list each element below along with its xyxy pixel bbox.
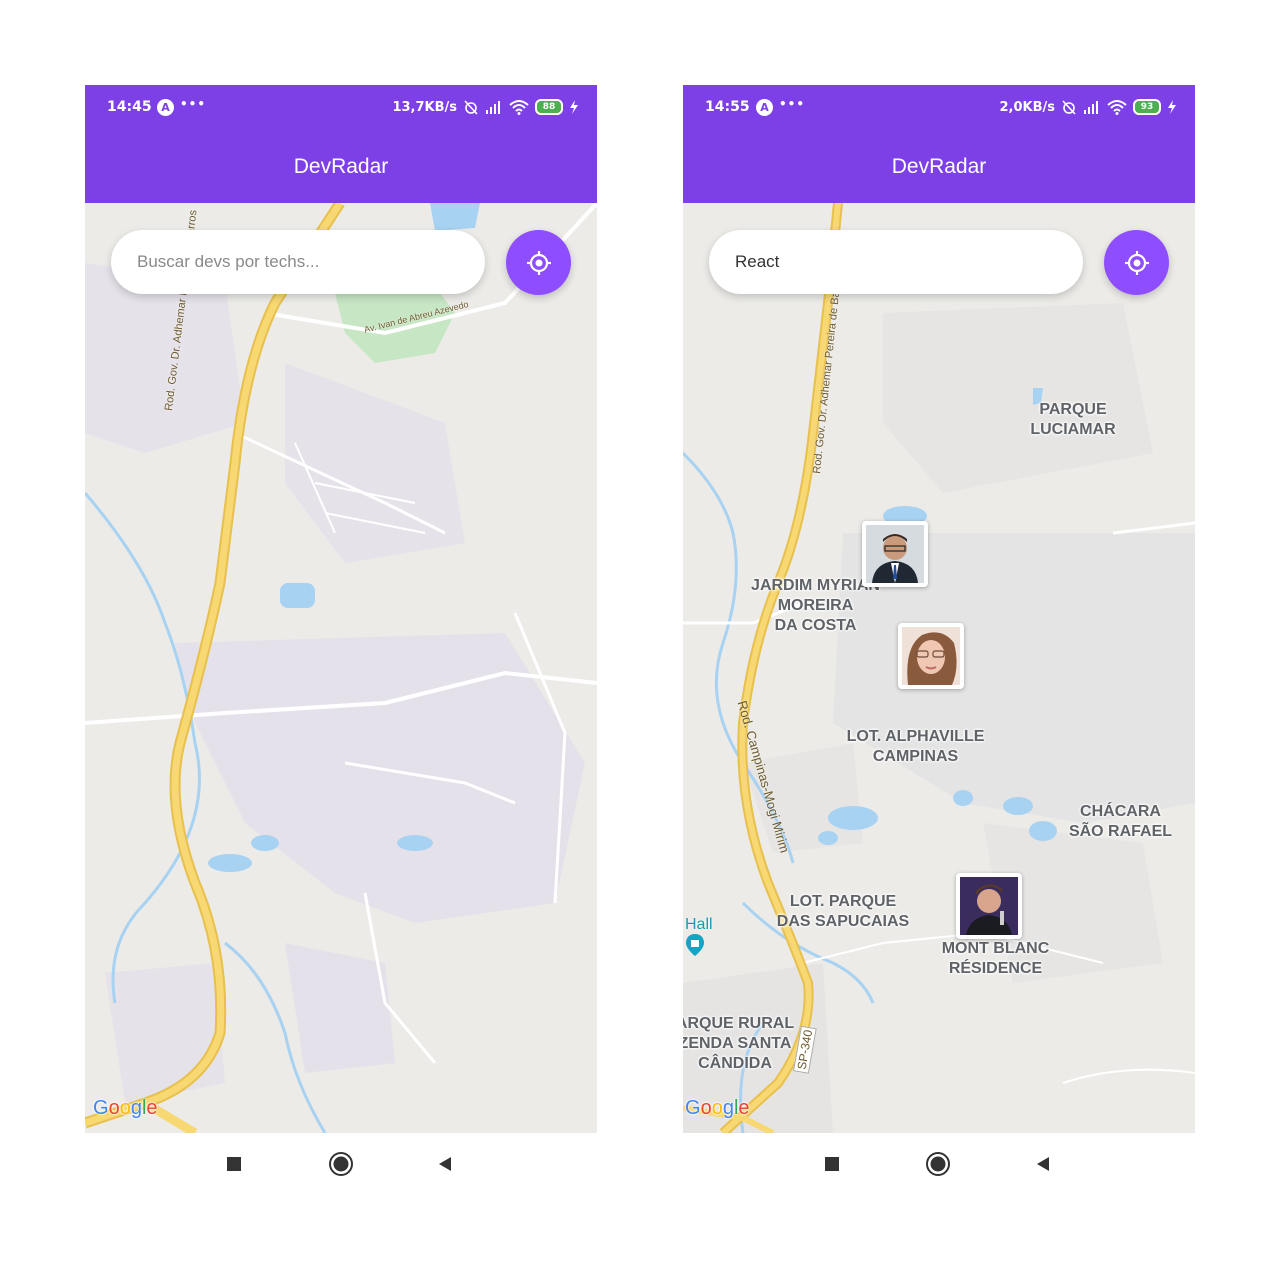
circle-icon: [926, 1152, 950, 1176]
home-button[interactable]: [321, 1133, 361, 1195]
phone-screen-search-empty: 14:45 A ••• 13,7KB/s 88 DevRadar Rod. Go…: [85, 85, 597, 1195]
map-view[interactable]: Rod. Gov. Dr. Adhemar Pereira de Barros …: [85, 203, 597, 1133]
more-notifications-icon: •••: [180, 97, 207, 111]
app-title: DevRadar: [85, 131, 597, 203]
place-label: ARQUE RURAL ZENDA SANTA CÂNDIDA: [683, 1015, 795, 1072]
recents-button[interactable]: [214, 1133, 254, 1195]
back-button[interactable]: [1023, 1133, 1063, 1195]
dev-avatar: [866, 525, 924, 583]
android-nav-bar: [683, 1133, 1195, 1195]
app-title: DevRadar: [683, 131, 1195, 203]
poi-label: Hall: [685, 916, 713, 933]
battery-icon: 88: [535, 99, 563, 115]
place-label: LOT. ALPHAVILLE CAMPINAS: [846, 728, 985, 765]
charging-icon: [570, 100, 578, 114]
place-label: CHÁCARA SÃO RAFAEL: [1068, 803, 1173, 840]
map-view[interactable]: Rod. Gov. Dr. Adhemar Pereira de Barros …: [683, 203, 1195, 1133]
android-nav-bar: [85, 1133, 597, 1195]
wifi-icon: [1107, 100, 1127, 115]
place-label: MONT BLANC RÉSIDENCE: [941, 940, 1050, 977]
network-speed: 2,0KB/s: [999, 99, 1056, 115]
place-label: LOT. PARQUE DAS SAPUCAIAS: [776, 893, 910, 930]
locate-button[interactable]: [1104, 230, 1169, 295]
square-icon: [825, 1157, 839, 1171]
search-placeholder: Buscar devs por techs...: [137, 252, 320, 271]
alarm-off-icon: [464, 100, 478, 115]
circle-icon: [329, 1152, 353, 1176]
crosshair-icon: [1124, 250, 1149, 275]
back-button[interactable]: [425, 1133, 465, 1195]
status-bar: 14:45 A ••• 13,7KB/s 88: [85, 85, 597, 131]
signal-icon: [1084, 101, 1098, 114]
signal-icon: [486, 101, 500, 114]
dev-marker[interactable]: [956, 873, 1022, 939]
network-speed: 13,7KB/s: [392, 99, 457, 115]
alarm-off-icon: [1062, 100, 1076, 115]
charging-icon: [1168, 100, 1176, 114]
dev-avatar: [960, 877, 1018, 935]
status-indicators: 2,0KB/s 93: [1000, 97, 1178, 117]
more-notifications-icon: •••: [779, 97, 806, 111]
search-input[interactable]: React: [709, 230, 1083, 294]
search-value: React: [735, 252, 780, 271]
dev-marker[interactable]: [862, 521, 928, 587]
battery-icon: 93: [1133, 99, 1161, 115]
phone-screen-search-results: 14:55 A ••• 2,0KB/s 93 DevRadar Rod. Gov…: [683, 85, 1195, 1195]
locate-button[interactable]: [506, 230, 571, 295]
status-time: 14:55: [705, 99, 750, 115]
square-icon: [227, 1157, 241, 1171]
triangle-back-icon: [439, 1157, 451, 1171]
status-bar: 14:55 A ••• 2,0KB/s 93: [683, 85, 1195, 131]
notification-a-icon: A: [157, 99, 174, 116]
poi-hall: Hall: [685, 916, 713, 956]
google-logo: Google: [685, 1097, 750, 1119]
dev-avatar: [902, 627, 960, 685]
notification-a-icon: A: [756, 99, 773, 116]
status-time: 14:45: [107, 99, 152, 115]
place-label: PARQUE LUCIAMAR: [1030, 401, 1116, 438]
home-button[interactable]: [918, 1133, 958, 1195]
recents-button[interactable]: [812, 1133, 852, 1195]
poi-pin-icon: [686, 934, 704, 956]
status-indicators: 13,7KB/s 88: [392, 97, 579, 117]
google-logo: Google: [93, 1097, 158, 1119]
dev-marker[interactable]: [898, 623, 964, 689]
wifi-icon: [509, 100, 529, 115]
search-input[interactable]: Buscar devs por techs...: [111, 230, 485, 294]
triangle-back-icon: [1037, 1157, 1049, 1171]
crosshair-icon: [526, 250, 551, 275]
map-canvas: [85, 203, 597, 1133]
